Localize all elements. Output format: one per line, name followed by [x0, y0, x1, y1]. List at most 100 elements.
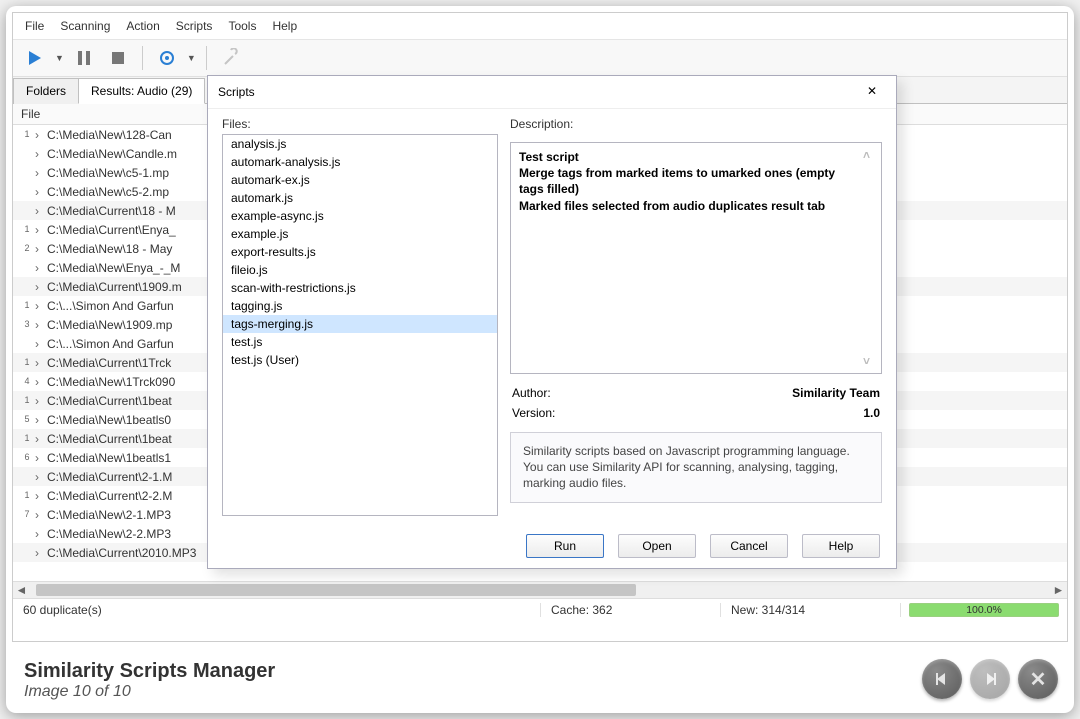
- group-gutter: 1: [19, 225, 35, 234]
- chevron-right-icon[interactable]: ›: [35, 508, 47, 522]
- group-gutter: 5: [19, 415, 35, 424]
- close-lightbox-button[interactable]: ✕: [1018, 659, 1058, 699]
- files-label: Files:: [222, 117, 498, 131]
- list-item[interactable]: analysis.js: [223, 135, 497, 153]
- chevron-right-icon[interactable]: ›: [35, 394, 47, 408]
- chevron-right-icon[interactable]: ›: [35, 337, 47, 351]
- chevron-down-icon: ˅: [863, 353, 877, 369]
- group-gutter: 1: [19, 130, 35, 139]
- chevron-right-icon[interactable]: ›: [35, 128, 47, 142]
- list-item[interactable]: test.js (User): [223, 351, 497, 369]
- menu-file[interactable]: File: [25, 19, 44, 33]
- status-cache: Cache: 362: [541, 603, 721, 617]
- list-item[interactable]: automark-analysis.js: [223, 153, 497, 171]
- list-item[interactable]: automark.js: [223, 189, 497, 207]
- list-item[interactable]: example-async.js: [223, 207, 497, 225]
- horizontal-scrollbar[interactable]: ◄ ►: [13, 581, 1067, 598]
- menu-help[interactable]: Help: [272, 19, 297, 33]
- chevron-right-icon[interactable]: ›: [35, 242, 47, 256]
- chevron-right-icon[interactable]: ›: [35, 318, 47, 332]
- group-gutter: 3: [19, 320, 35, 329]
- next-icon: [981, 670, 999, 688]
- menu-tools[interactable]: Tools: [228, 19, 256, 33]
- menu-scripts[interactable]: Scripts: [176, 19, 213, 33]
- run-button[interactable]: Run: [526, 534, 604, 558]
- pause-icon: [74, 48, 94, 68]
- info-box: Similarity scripts based on Javascript p…: [510, 432, 882, 503]
- chevron-right-icon[interactable]: ›: [35, 375, 47, 389]
- app-window: File Scanning Action Scripts Tools Help …: [12, 12, 1068, 642]
- group-gutter: 1: [19, 434, 35, 443]
- play-dropdown[interactable]: ▼: [55, 53, 64, 63]
- tab-folders[interactable]: Folders: [13, 78, 79, 104]
- chevron-right-icon[interactable]: ›: [35, 261, 47, 275]
- chevron-right-icon[interactable]: ›: [35, 527, 47, 541]
- tab-results[interactable]: Results: Audio (29): [78, 78, 205, 104]
- dialog-buttons: Run Open Cancel Help: [208, 524, 896, 568]
- close-button[interactable]: ✕: [858, 81, 886, 103]
- version-label: Version:: [512, 406, 555, 420]
- list-item[interactable]: automark-ex.js: [223, 171, 497, 189]
- chevron-right-icon[interactable]: ›: [35, 147, 47, 161]
- chevron-right-icon[interactable]: ›: [35, 489, 47, 503]
- chevron-right-icon[interactable]: ›: [35, 223, 47, 237]
- chevron-up-icon: ˄: [863, 147, 877, 163]
- chevron-right-icon[interactable]: ›: [35, 299, 47, 313]
- list-item[interactable]: tagging.js: [223, 297, 497, 315]
- dialog-titlebar[interactable]: Scripts ✕: [208, 76, 896, 109]
- description-box: Test scriptMerge tags from marked items …: [510, 142, 882, 374]
- description-scrollbar[interactable]: ˄˅: [863, 147, 877, 369]
- chevron-right-icon[interactable]: ›: [35, 185, 47, 199]
- prev-icon: [933, 670, 951, 688]
- list-item[interactable]: example.js: [223, 225, 497, 243]
- list-item[interactable]: fileio.js: [223, 261, 497, 279]
- group-gutter: 1: [19, 358, 35, 367]
- progress-label: 100.0%: [910, 604, 1058, 613]
- chevron-right-icon[interactable]: ›: [35, 166, 47, 180]
- chevron-right-icon[interactable]: ›: [35, 470, 47, 484]
- list-item[interactable]: export-results.js: [223, 243, 497, 261]
- menu-action[interactable]: Action: [126, 19, 159, 33]
- prev-button[interactable]: [922, 659, 962, 699]
- cancel-button[interactable]: Cancel: [710, 534, 788, 558]
- chevron-right-icon[interactable]: ›: [35, 356, 47, 370]
- statusbar: 60 duplicate(s) Cache: 362 New: 314/314 …: [13, 598, 1067, 620]
- stop-button[interactable]: [104, 44, 132, 72]
- chevron-right-icon[interactable]: ›: [35, 432, 47, 446]
- group-gutter: 1: [19, 491, 35, 500]
- group-gutter: 1: [19, 301, 35, 310]
- play-icon: [25, 48, 45, 68]
- chevron-right-icon[interactable]: ›: [35, 204, 47, 218]
- scroll-thumb[interactable]: [36, 584, 636, 596]
- group-gutter: 6: [19, 453, 35, 462]
- settings-dropdown[interactable]: ▼: [187, 53, 196, 63]
- scroll-left-icon[interactable]: ◄: [13, 583, 30, 597]
- status-new: New: 314/314: [721, 603, 901, 617]
- help-button[interactable]: Help: [802, 534, 880, 558]
- open-button[interactable]: Open: [618, 534, 696, 558]
- chevron-right-icon[interactable]: ›: [35, 280, 47, 294]
- pause-button[interactable]: [70, 44, 98, 72]
- author-label: Author:: [512, 386, 551, 400]
- tools-button[interactable]: [217, 44, 245, 72]
- list-item[interactable]: tags-merging.js: [223, 315, 497, 333]
- description-label: Description:: [510, 117, 882, 131]
- next-button[interactable]: [970, 659, 1010, 699]
- menu-scanning[interactable]: Scanning: [60, 19, 110, 33]
- chevron-right-icon[interactable]: ›: [35, 413, 47, 427]
- group-gutter: 1: [19, 396, 35, 405]
- author-value: Similarity Team: [792, 386, 880, 400]
- chevron-right-icon[interactable]: ›: [35, 546, 47, 560]
- column-file[interactable]: File: [21, 107, 40, 121]
- caption-subtitle: Image 10 of 10: [24, 683, 275, 701]
- files-listbox[interactable]: analysis.jsautomark-analysis.jsautomark-…: [222, 134, 498, 516]
- list-item[interactable]: scan-with-restrictions.js: [223, 279, 497, 297]
- scroll-right-icon[interactable]: ►: [1050, 583, 1067, 597]
- list-item[interactable]: test.js: [223, 333, 497, 351]
- play-button[interactable]: [21, 44, 49, 72]
- status-progress: 100.0%: [909, 603, 1059, 617]
- version-value: 1.0: [863, 406, 880, 420]
- settings-button[interactable]: [153, 44, 181, 72]
- chevron-right-icon[interactable]: ›: [35, 451, 47, 465]
- stop-icon: [108, 48, 128, 68]
